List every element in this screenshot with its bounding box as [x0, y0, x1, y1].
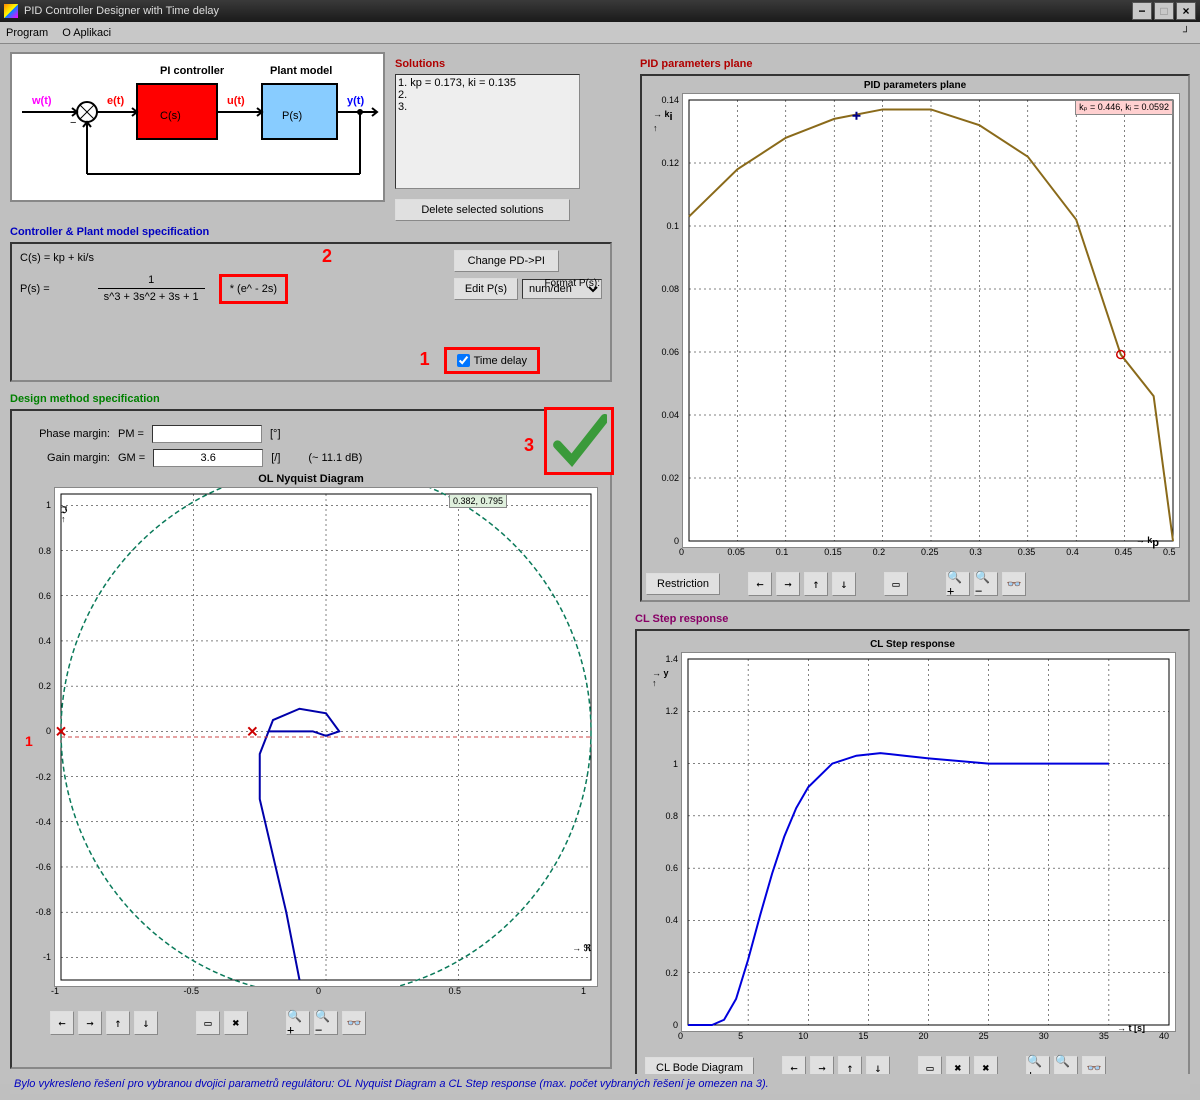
block-diagram: PI controller Plant model C(s) P(s) − w(… [10, 52, 385, 202]
pan-down-icon[interactable]: ↓ [832, 572, 856, 596]
zoom-region-icon[interactable]: ▭ [884, 572, 908, 596]
nyq-toolbar: ← → ↑ ↓ ▭ ✖ 🔍+ 🔍− 👓 [50, 1011, 602, 1035]
nyq-block-icon[interactable]: ✖ [224, 1011, 248, 1035]
change-pd-pi-button[interactable]: Change PD->PI [454, 250, 559, 272]
pm-eq: PM = [118, 428, 144, 440]
pid-legend: kₚ = 0.446, kᵢ = 0.0592 [1075, 100, 1173, 115]
gm-db: (~ 11.1 dB) [308, 452, 362, 464]
gm-label: Gain margin: [20, 452, 110, 464]
status-bar: Bylo vykresleno řešení pro vybranou dvoj… [10, 1074, 1190, 1094]
pid-plane-panel: PID parameters plane PID parameters plan… [640, 52, 1190, 602]
app-icon [4, 4, 18, 18]
callout-3: 3 [524, 435, 534, 456]
nyq-region-icon[interactable]: ▭ [196, 1011, 220, 1035]
zoom-out-icon[interactable]: 🔍− [974, 572, 998, 596]
nyq-zoomin-icon[interactable]: 🔍+ [286, 1011, 310, 1035]
w-label: w(t) [31, 95, 52, 107]
cl-title: CL Step response [635, 613, 1190, 625]
gm-eq: GM = [118, 452, 145, 464]
accept-checkmark-button[interactable] [544, 407, 614, 475]
cl-xlabel: → t [s] [1117, 1023, 1145, 1033]
nyq-right-icon[interactable]: → [78, 1011, 102, 1035]
solutions-title: Solutions [395, 58, 630, 70]
pid-plane-title: PID parameters plane [640, 58, 1190, 70]
zoom-in-icon[interactable]: 🔍+ [946, 572, 970, 596]
restriction-button[interactable]: Restriction [646, 573, 720, 595]
nyq-zoomout-icon[interactable]: 🔍− [314, 1011, 338, 1035]
design-title: Design method specification [10, 393, 612, 405]
pid-toolbar: Restriction ← → ↑ ↓ ▭ 🔍+ 🔍− 👓 [646, 572, 1184, 596]
cl-plot-title: CL Step response [645, 639, 1180, 650]
edit-ps-button[interactable]: Edit P(s) [454, 278, 518, 300]
design-panel: Phase margin: PM = [°] Gain margin: GM =… [10, 409, 612, 1069]
menu-dropdown-icon[interactable]: ┘ [1183, 27, 1190, 38]
nyquist-plot[interactable]: -1-0.8-0.6-0.4-0.200.20.40.60.8110.50-0.… [54, 487, 598, 987]
main-content: PI controller Plant model C(s) P(s) − w(… [0, 44, 1200, 1084]
format-label: Format P(s): [544, 278, 600, 289]
nyquist-title: OL Nyquist Diagram [20, 473, 602, 485]
nyq-left-icon[interactable]: ← [50, 1011, 74, 1035]
plant-model-label: Plant model [270, 65, 332, 77]
pid-plot-title: PID parameters plane [646, 80, 1184, 91]
cl-panel: CL Step response 00.20.40.60.811.21.4403… [635, 629, 1190, 1090]
close-button[interactable]: × [1176, 2, 1196, 20]
pan-up-icon[interactable]: ↑ [804, 572, 828, 596]
callout-m1: 1 [25, 733, 33, 749]
ps-label: P(s) = [20, 283, 50, 295]
time-delay-checkbox-box[interactable]: Time delay [444, 347, 540, 374]
nyq-legend: 0.382, 0.795 [449, 494, 507, 508]
nyq-down-icon[interactable]: ↓ [134, 1011, 158, 1035]
menubar: Program O Aplikaci ┘ [0, 22, 1200, 44]
e-label: e(t) [107, 95, 124, 107]
pan-right-icon[interactable]: → [776, 572, 800, 596]
minimize-button[interactable]: − [1132, 2, 1152, 20]
nyq-up-icon[interactable]: ↑ [106, 1011, 130, 1035]
gm-input[interactable] [153, 449, 263, 467]
nyq-binoc-icon[interactable]: 👓 [342, 1011, 366, 1035]
pm-input[interactable] [152, 425, 262, 443]
gm-unit: [/] [271, 452, 280, 464]
spec-title: Controller & Plant model specification [10, 226, 612, 238]
callout-2: 2 [322, 246, 332, 267]
y-label: y(t) [347, 95, 364, 107]
delete-solutions-button[interactable]: Delete selected solutions [395, 199, 570, 221]
time-delay-checkbox[interactable] [457, 354, 470, 367]
pm-unit: [°] [270, 428, 281, 440]
ps-fraction: 1 s^3 + 3s^2 + 3s + 1 [98, 272, 205, 305]
ps-text: P(s) [282, 110, 302, 122]
pm-label: Phase margin: [20, 428, 110, 440]
menu-program[interactable]: Program [6, 27, 48, 39]
pid-ylabel: → ki↑ [653, 109, 673, 133]
nyq-ylabel: ℑ↑ [61, 506, 67, 524]
spec-panel: C(s) = kp + ki/s P(s) = 1 s^3 + 3s^2 + 3… [10, 242, 612, 382]
window-title: PID Controller Designer with Time delay [24, 5, 1130, 17]
binoculars-icon[interactable]: 👓 [1002, 572, 1026, 596]
pid-plot[interactable]: 00.020.040.060.080.10.120.140.50.450.40.… [682, 93, 1180, 548]
solutions-list[interactable]: 1. kp = 0.173, ki = 0.135 2. 3. [395, 74, 580, 189]
pan-left-icon[interactable]: ← [748, 572, 772, 596]
u-label: u(t) [227, 95, 245, 107]
pi-controller-label: PI controller [160, 65, 225, 77]
delay-term: * (e^ - 2s) [219, 274, 288, 304]
svg-text:−: − [70, 117, 76, 129]
titlebar: PID Controller Designer with Time delay … [0, 0, 1200, 22]
pid-xlabel: → kp [1136, 535, 1159, 549]
cs-text: C(s) [160, 110, 181, 122]
callout-1: 1 [420, 349, 430, 370]
cl-plot[interactable]: 00.20.40.60.811.21.44035302520151050 → y… [681, 652, 1176, 1032]
cl-ylabel: → y↑ [652, 668, 669, 688]
maximize-button[interactable]: □ [1154, 2, 1174, 20]
menu-about[interactable]: O Aplikaci [62, 27, 111, 39]
